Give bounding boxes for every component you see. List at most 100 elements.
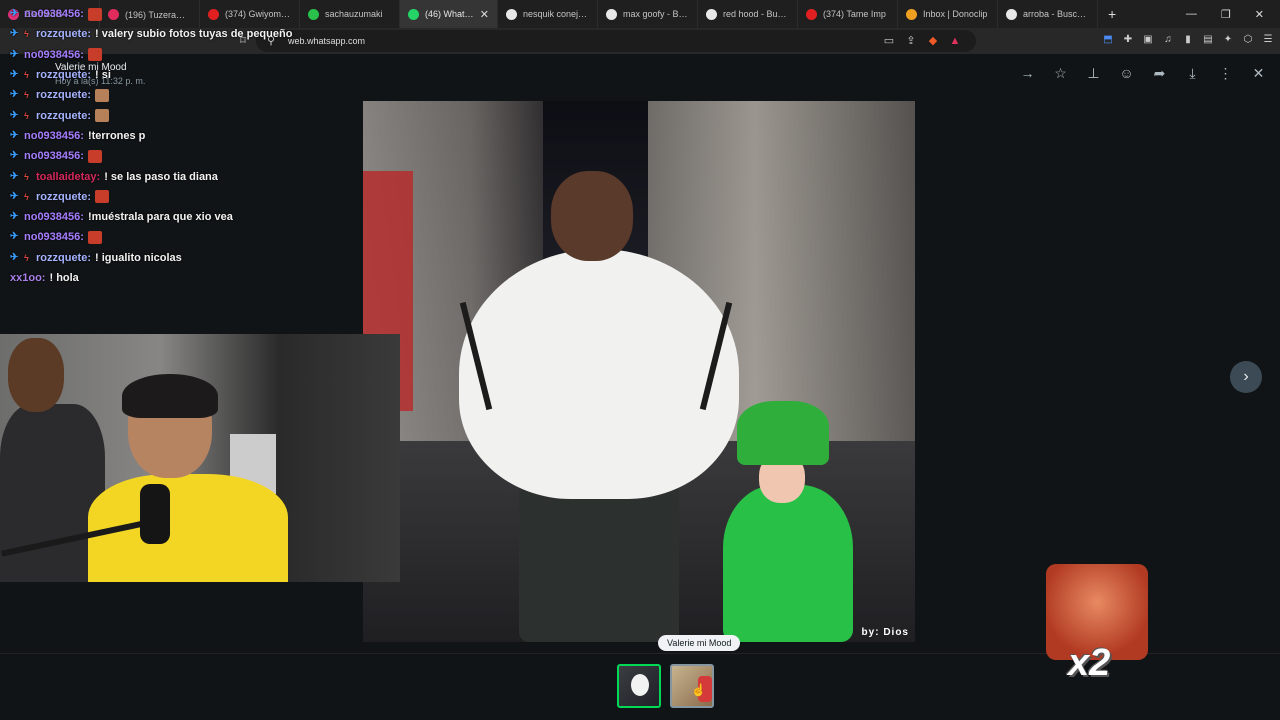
chat-username: rozzquete: bbox=[36, 69, 91, 82]
sword-badge-icon: ✈ bbox=[10, 170, 19, 182]
chat-message: ✈ ϟ rozzquete: bbox=[10, 187, 370, 207]
brave-shield-icon[interactable]: ◆ bbox=[926, 34, 940, 48]
chat-text: ! igualito nicolas bbox=[95, 251, 182, 264]
chat-username: no0938456: bbox=[24, 211, 84, 224]
sword-badge-icon: ✈ bbox=[10, 251, 19, 263]
forward-icon[interactable]: ➦ bbox=[1152, 66, 1167, 81]
tab-label: red hood - Buscar bbox=[723, 9, 789, 19]
tab-favicon-icon bbox=[506, 8, 517, 20]
chat-username: no0938456: bbox=[24, 129, 84, 142]
sword-badge-icon: ✈ bbox=[10, 69, 19, 81]
sword-badge-icon: ✈ bbox=[10, 211, 19, 223]
chat-text: ! hola bbox=[49, 272, 79, 284]
chat-emote-icon bbox=[87, 48, 102, 62]
media-image: by: Dios bbox=[363, 101, 915, 642]
trousers bbox=[519, 481, 679, 642]
chat-username: xx1oo: bbox=[10, 272, 46, 284]
chat-message: ✈ no0938456: !terrones p bbox=[10, 126, 370, 146]
window-close-icon[interactable]: ✕ bbox=[1255, 8, 1264, 21]
menu-icon[interactable]: ☰ bbox=[1262, 34, 1274, 46]
chat-emote-icon bbox=[95, 109, 109, 123]
sword-badge-icon: ✈ bbox=[10, 89, 19, 101]
sword-badge-icon: ✈ bbox=[10, 28, 19, 40]
close-icon[interactable]: ✕ bbox=[1251, 66, 1266, 81]
chat-text: ! si bbox=[95, 69, 111, 82]
pin-icon[interactable]: ⊥ bbox=[1086, 66, 1101, 81]
download-icon[interactable]: ⤓ bbox=[1185, 66, 1200, 81]
chat-username: rozzquete: bbox=[36, 190, 91, 203]
more-options-icon[interactable]: ⋮ bbox=[1218, 66, 1233, 81]
vpn-icon[interactable]: ⬡ bbox=[1242, 34, 1254, 46]
chat-username: rozzquete: bbox=[36, 89, 91, 102]
media-icon[interactable]: ♫ bbox=[1162, 34, 1174, 46]
star-icon[interactable]: ☆ bbox=[1053, 66, 1068, 81]
tab-close-icon[interactable]: ✕ bbox=[480, 8, 489, 21]
puzzle-icon[interactable]: ✚ bbox=[1122, 34, 1134, 46]
extension-icons: ⬒ ✚ ▣ ♫ ▮ ▤ ✦ ⬡ ☰ bbox=[1102, 34, 1274, 46]
sidebar-icon[interactable]: ▮ bbox=[1182, 34, 1194, 46]
tab-label: max goofy - Buscar bbox=[623, 9, 689, 19]
chat-username: no0938456: bbox=[24, 231, 84, 244]
sword-badge-icon: ✈ bbox=[10, 129, 19, 141]
brave-rewards-icon[interactable]: ▲ bbox=[948, 34, 962, 48]
chat-text: ! se las paso tia diana bbox=[104, 170, 218, 183]
wallet-icon[interactable]: ▤ bbox=[1202, 34, 1214, 46]
chat-message: ✈ no0938456: !muéstrala para que xio vea bbox=[10, 207, 370, 227]
react-icon[interactable]: ☺ bbox=[1119, 66, 1134, 81]
white-sweater bbox=[459, 249, 739, 499]
translate-icon[interactable]: ⬒ bbox=[1102, 34, 1114, 46]
cast-icon[interactable]: ▭ bbox=[882, 34, 896, 48]
chat-emote-icon bbox=[87, 230, 102, 244]
tab-label: Inbox | Donoclip bbox=[923, 9, 988, 19]
window-controls: — ❐ ✕ bbox=[1186, 0, 1280, 28]
browser-tab[interactable]: Inbox | Donoclip bbox=[898, 0, 998, 28]
tab-label: nesquik conejo - B bbox=[523, 9, 589, 19]
sword-badge-icon: ✈ bbox=[10, 231, 19, 243]
browser-tab[interactable]: nesquik conejo - B bbox=[498, 0, 598, 28]
browser-tab[interactable]: arroba - Buscar co bbox=[998, 0, 1098, 28]
chat-message: ✈ ϟ rozzquete: bbox=[10, 85, 370, 105]
chat-emote-icon bbox=[87, 7, 102, 21]
minimize-icon[interactable]: — bbox=[1186, 8, 1197, 20]
sword-badge-icon: ✈ bbox=[10, 109, 19, 121]
chat-message: ✈ no0938456: bbox=[10, 227, 370, 247]
screenshot-icon[interactable]: ▣ bbox=[1142, 34, 1154, 46]
thumbnail-figure bbox=[631, 674, 649, 696]
next-media-button[interactable]: › bbox=[1230, 361, 1262, 393]
girl-in-green-costume bbox=[723, 401, 873, 642]
tab-favicon-icon bbox=[706, 8, 717, 20]
chat-message: ✈ ϟ rozzquete: ! valery subio fotos tuyas d… bbox=[10, 24, 370, 44]
chat-username: rozzquete: bbox=[36, 109, 91, 122]
browser-tab[interactable]: red hood - Buscar bbox=[698, 0, 798, 28]
browser-tab[interactable]: (46) WhatsApp ✕ bbox=[400, 0, 498, 28]
chat-text: !terrones p bbox=[87, 129, 146, 142]
tab-favicon-icon bbox=[606, 8, 617, 20]
leo-icon[interactable]: ✦ bbox=[1222, 34, 1234, 46]
browser-tab[interactable]: max goofy - Buscar bbox=[598, 0, 698, 28]
sticker-label: x2 bbox=[1068, 642, 1111, 684]
new-tab-button[interactable]: + bbox=[1098, 6, 1126, 22]
streamer-hair bbox=[122, 374, 218, 418]
streamer-webcam bbox=[0, 334, 400, 582]
thumbnail-current[interactable] bbox=[617, 664, 661, 708]
chat-message: ✈ no0938456: bbox=[10, 45, 370, 65]
chat-username: toallaidetay: bbox=[36, 170, 101, 183]
tab-label: (46) WhatsApp bbox=[425, 9, 474, 19]
tab-favicon-icon bbox=[1006, 8, 1017, 20]
browser-tab[interactable]: (374) Tame Imp bbox=[798, 0, 898, 28]
chat-text: ! valery subio fotos tuyas de pequeño bbox=[95, 28, 293, 41]
share-icon[interactable]: ⇪ bbox=[904, 34, 918, 48]
chat-emote-icon bbox=[95, 88, 109, 102]
tab-label: arroba - Buscar co bbox=[1023, 9, 1089, 19]
chat-username: no0938456: bbox=[24, 150, 84, 163]
go-to-message-icon[interactable]: → bbox=[1020, 66, 1035, 81]
chat-message: ✈ ϟ rozzquete: bbox=[10, 105, 370, 125]
restore-icon[interactable]: ❐ bbox=[1221, 8, 1231, 21]
screen-root: Elements - (196) Tuzera&ミク(374) Gwiyomi … bbox=[0, 0, 1280, 720]
chat-emote-icon bbox=[95, 190, 109, 204]
image-watermark: by: Dios bbox=[861, 627, 909, 638]
tab-favicon-icon bbox=[906, 8, 917, 20]
tab-favicon-icon bbox=[806, 8, 817, 20]
chat-message: ✈ ϟ rozzquete: ! igualito nicolas bbox=[10, 248, 370, 268]
viewer-actions: → ☆ ⊥ ☺ ➦ ⤓ ⋮ ✕ bbox=[1020, 66, 1266, 81]
